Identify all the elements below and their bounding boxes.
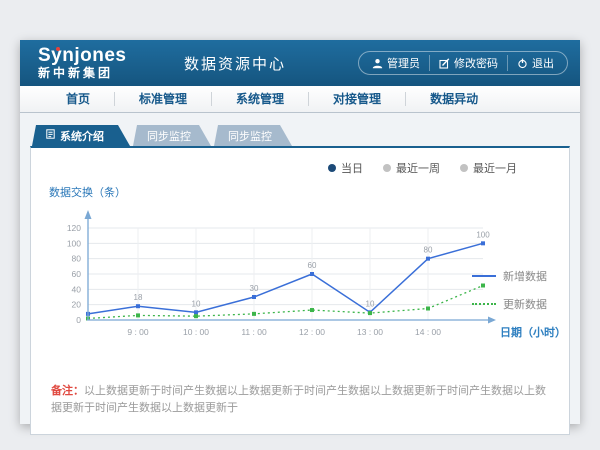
logo: Synjones 新中新集团 <box>32 46 166 80</box>
svg-text:120: 120 <box>67 223 81 233</box>
radio-label: 最近一周 <box>396 160 440 176</box>
radio-today[interactable]: 当日 <box>328 160 363 176</box>
legend-label: 更新数据 <box>503 296 547 312</box>
chart-area: 数据交换（条） 18 10 30 60 10 80 100 0 20 40 60 80 100 120 9 … <box>31 176 569 359</box>
edit-icon <box>439 58 450 69</box>
user-icon <box>372 58 383 69</box>
tab-sync-monitor-1[interactable]: 同步监控 <box>133 125 211 146</box>
svg-text:40: 40 <box>72 284 82 294</box>
tab-strip: 系统介绍 同步监控 同步监控 <box>30 125 570 146</box>
app-window: Synjones 新中新集团 数据资源中心 管理员 修改密码 退出 <box>20 40 580 424</box>
user-menu-item-logout[interactable]: 退出 <box>507 55 563 71</box>
radio-dot <box>328 164 336 172</box>
svg-text:12 : 00: 12 : 00 <box>299 327 325 337</box>
content-area: 系统介绍 同步监控 同步监控 当日 最近一周 <box>20 113 580 435</box>
nav-item-home[interactable]: 首页 <box>42 92 114 106</box>
svg-text:80: 80 <box>72 254 82 264</box>
legend-line-sample-new <box>472 275 496 277</box>
main-nav: 首页 标准管理 系统管理 对接管理 数据异动 <box>20 86 580 113</box>
user-menu-label: 修改密码 <box>454 55 498 71</box>
svg-text:13 : 00: 13 : 00 <box>357 327 383 337</box>
user-menu-label: 退出 <box>532 55 554 71</box>
radio-last-month[interactable]: 最近一月 <box>460 160 517 176</box>
tab-sync-monitor-2[interactable]: 同步监控 <box>214 125 292 146</box>
legend-label: 新增数据 <box>503 268 547 284</box>
nav-item-data-change[interactable]: 数据异动 <box>405 92 502 106</box>
svg-text:10: 10 <box>366 299 375 308</box>
tab-system-intro[interactable]: 系统介绍 <box>32 125 130 146</box>
nav-item-standard-mgmt[interactable]: 标准管理 <box>114 92 211 106</box>
chart-legend: 新增数据 更新数据 <box>472 268 547 312</box>
y-axis-label: 数据交换（条） <box>43 180 565 202</box>
radio-dot <box>460 164 468 172</box>
svg-text:20: 20 <box>72 300 82 310</box>
nav-item-system-mgmt[interactable]: 系统管理 <box>211 92 308 106</box>
tab-label: 同步监控 <box>228 128 272 144</box>
radio-label: 最近一月 <box>473 160 517 176</box>
nav-item-integration-mgmt[interactable]: 对接管理 <box>308 92 405 106</box>
tab-label: 系统介绍 <box>60 128 104 144</box>
radio-last-week[interactable]: 最近一周 <box>383 160 440 176</box>
svg-text:14 : 00: 14 : 00 <box>415 327 441 337</box>
user-menu: 管理员 修改密码 退出 <box>358 51 568 75</box>
svg-text:9 : 00: 9 : 00 <box>127 327 149 337</box>
app-header: Synjones 新中新集团 数据资源中心 管理员 修改密码 退出 <box>20 40 580 86</box>
svg-text:18: 18 <box>134 293 143 302</box>
legend-item-new-data: 新增数据 <box>472 268 547 284</box>
svg-text:100: 100 <box>67 238 81 248</box>
legend-item-update-data: 更新数据 <box>472 296 547 312</box>
legend-line-sample-update <box>472 303 496 305</box>
svg-text:80: 80 <box>424 246 433 255</box>
note-text: 以上数据更新于时间产生数据以上数据更新于时间产生数据以上数据更新于时间产生数据以… <box>51 385 546 414</box>
page-title: 数据资源中心 <box>184 53 286 74</box>
radio-dot <box>383 164 391 172</box>
note: 备注：以上数据更新于时间产生数据以上数据更新于时间产生数据以上数据更新于时间产生… <box>51 383 553 416</box>
user-menu-item-admin[interactable]: 管理员 <box>363 55 429 71</box>
svg-text:100: 100 <box>476 230 490 239</box>
user-menu-item-change-password[interactable]: 修改密码 <box>429 55 507 71</box>
main-panel: 当日 最近一周 最近一月 数据交换（条） 18 10 30 60 10 80 100 0 20 4… <box>30 146 570 435</box>
svg-text:0: 0 <box>76 315 81 325</box>
note-label: 备注： <box>51 385 84 397</box>
user-menu-label: 管理员 <box>387 55 420 71</box>
svg-text:60: 60 <box>72 269 82 279</box>
document-icon <box>46 129 55 142</box>
time-range-radios: 当日 最近一周 最近一月 <box>31 148 569 176</box>
svg-text:10: 10 <box>192 299 201 308</box>
svg-text:30: 30 <box>250 284 259 293</box>
power-icon <box>517 58 528 69</box>
svg-text:日期（小时）: 日期（小时） <box>500 325 566 339</box>
svg-text:11 : 00: 11 : 00 <box>241 327 267 337</box>
radio-label: 当日 <box>341 160 363 176</box>
logo-subtext: 新中新集团 <box>38 67 166 80</box>
svg-text:10 : 00: 10 : 00 <box>183 327 209 337</box>
tab-label: 同步监控 <box>147 128 191 144</box>
svg-text:60: 60 <box>308 261 317 270</box>
